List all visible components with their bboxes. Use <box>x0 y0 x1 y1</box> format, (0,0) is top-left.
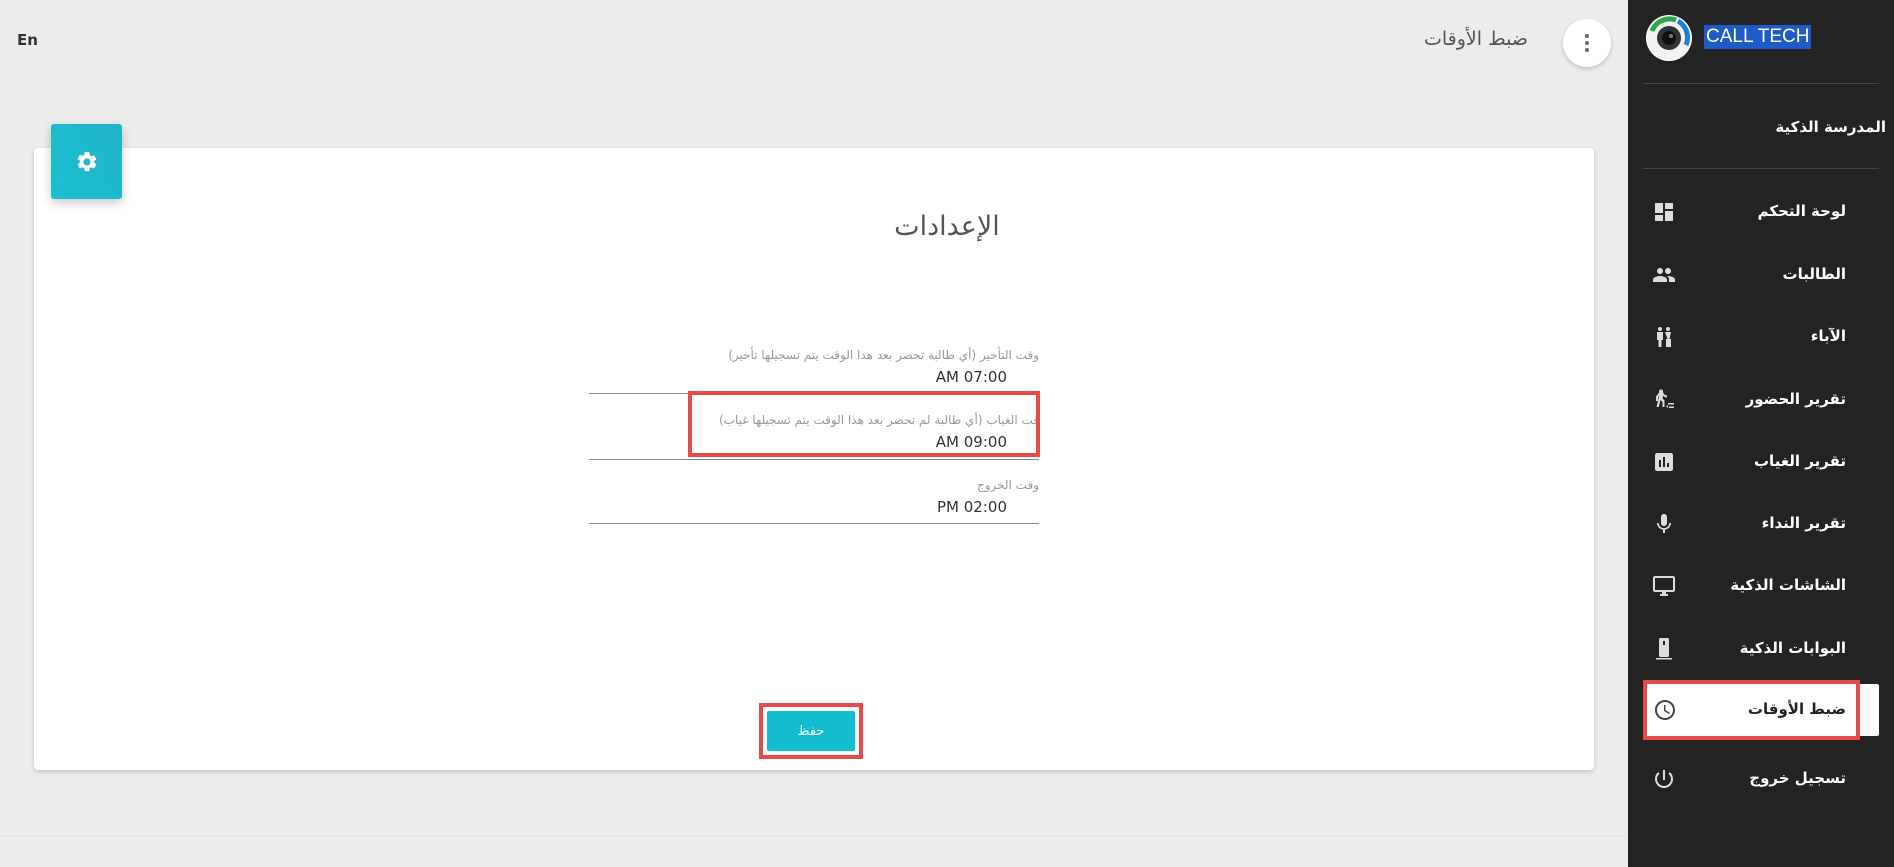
sidebar-item-label: الطالبات <box>1782 265 1846 283</box>
monitor-icon <box>1653 576 1675 596</box>
sidebar-item-logout[interactable]: تسجيل خروج <box>1628 759 1894 799</box>
sidebar-item-label: لوحة التحكم <box>1757 202 1846 220</box>
highlight-save-button <box>759 703 863 759</box>
school-name: المدرسة الذكية <box>1775 118 1886 136</box>
sidebar-item-call-report[interactable]: تقرير النداء <box>1628 504 1894 544</box>
parents-icon <box>1657 327 1671 347</box>
highlight-time-settings-item <box>1643 680 1860 740</box>
brand-name: CALL TECH <box>1704 25 1812 49</box>
sidebar-item-smart-screens[interactable]: الشاشات الذكية <box>1628 566 1894 606</box>
footer-divider <box>0 836 1628 837</box>
camera-logo-icon <box>1647 16 1691 60</box>
sidebar-item-label: تسجيل خروج <box>1749 769 1846 787</box>
sidebar-item-students[interactable]: الطالبات <box>1628 255 1894 295</box>
sidebar-item-label: الشاشات الذكية <box>1730 576 1846 594</box>
dashboard-icon <box>1655 203 1673 221</box>
people-icon <box>1653 268 1675 282</box>
sidebar-divider <box>1643 168 1879 169</box>
sidebar-item-absence-report[interactable]: تقرير الغياب <box>1628 442 1894 482</box>
language-toggle[interactable]: En <box>17 31 38 49</box>
mic-icon <box>1657 514 1671 533</box>
walk-icon <box>1656 389 1674 408</box>
settings-card-header-icon <box>51 124 122 199</box>
exit-time-label: وقت الخروج <box>976 478 1039 492</box>
late-time-field[interactable]: وقت التأخير (أي طالبة تحضر بعد هذا الوقت… <box>589 348 1039 394</box>
gear-icon <box>77 151 96 171</box>
sidebar-item-parents[interactable]: الآباء <box>1628 317 1894 357</box>
brand-row: CALL TECH <box>1628 13 1894 69</box>
more-options-button[interactable] <box>1563 19 1611 67</box>
brand-logo <box>1646 15 1692 61</box>
sidebar-item-label: الآباء <box>1810 327 1846 345</box>
late-time-value[interactable]: 07:00 AM <box>589 368 1039 386</box>
sidebar-item-label: تقرير الحضور <box>1745 390 1846 408</box>
power-icon <box>1655 770 1673 788</box>
sidebar-item-label: البوابات الذكية <box>1739 639 1846 657</box>
settings-title: الإعدادات <box>894 211 1000 242</box>
bar-chart-icon <box>1655 453 1673 471</box>
sidebar-divider <box>1643 83 1879 84</box>
sidebar-item-smart-gates[interactable]: البوابات الذكية <box>1628 629 1894 669</box>
sidebar-item-dashboard[interactable]: لوحة التحكم <box>1628 192 1894 232</box>
exit-time-field[interactable]: وقت الخروج 02:00 PM <box>589 478 1039 524</box>
more-vert-icon <box>1585 34 1589 38</box>
sidebar-item-label: تقرير النداء <box>1761 514 1846 532</box>
late-time-label: وقت التأخير (أي طالبة تحضر بعد هذا الوقت… <box>728 348 1039 362</box>
sidebar-item-attendance-report[interactable]: تقرير الحضور <box>1628 380 1894 420</box>
sidebar-item-label: تقرير الغياب <box>1753 452 1846 470</box>
highlight-absence-field <box>688 391 1040 457</box>
exit-time-value[interactable]: 02:00 PM <box>589 498 1039 516</box>
gate-icon <box>1656 638 1672 660</box>
page-title: ضبط الأوقات <box>1424 28 1528 50</box>
